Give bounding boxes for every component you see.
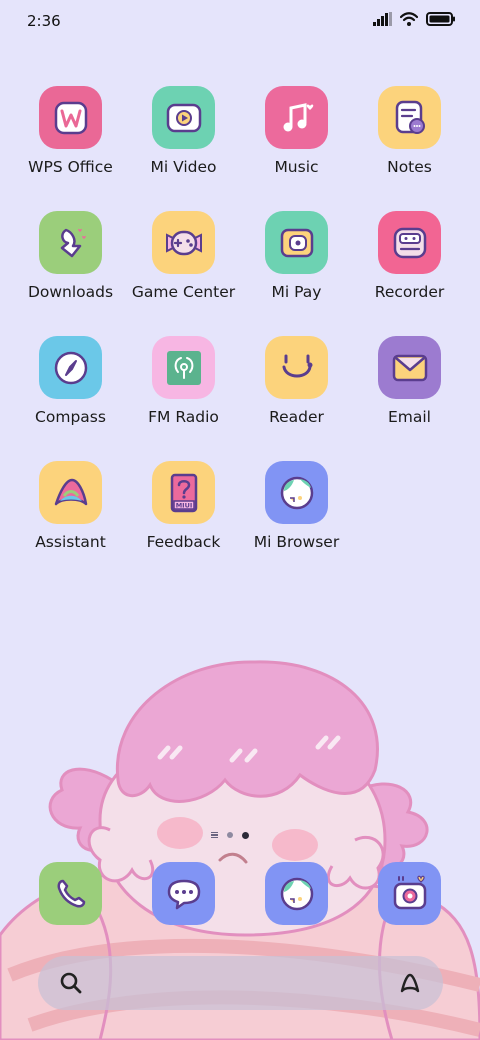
app-mi-video[interactable]: Mi Video xyxy=(127,86,240,211)
app-game-center[interactable]: Game Center xyxy=(127,211,240,336)
status-bar: 2:36 xyxy=(0,0,480,44)
search-icon[interactable] xyxy=(58,970,84,996)
app-label: Reader xyxy=(269,408,324,426)
page-indicator[interactable] xyxy=(200,829,260,841)
app-reader[interactable]: Reader xyxy=(240,336,353,461)
feedback-icon[interactable]: MIUI xyxy=(152,461,215,524)
app-label: Game Center xyxy=(131,283,236,301)
app-label: Mi Video xyxy=(150,158,217,176)
envelope-icon[interactable] xyxy=(378,336,441,399)
app-label: Downloads xyxy=(27,283,114,301)
wifi-icon xyxy=(399,11,419,30)
app-recorder[interactable]: Recorder xyxy=(353,211,466,336)
compass-icon[interactable] xyxy=(39,336,102,399)
chat-bubble-icon[interactable] xyxy=(152,862,215,925)
reader-icon[interactable] xyxy=(265,336,328,399)
app-label: WPS Office xyxy=(28,158,113,176)
page-dot-active[interactable] xyxy=(242,831,249,839)
music-note-icon[interactable] xyxy=(265,86,328,149)
app-grid: WPS Office Mi Video Music Notes Download… xyxy=(14,86,466,586)
app-email[interactable]: Email xyxy=(353,336,466,461)
menu-lines-icon xyxy=(211,831,218,839)
phone-icon[interactable] xyxy=(39,862,102,925)
app-assistant[interactable]: Assistant xyxy=(14,461,127,586)
page-dot[interactable] xyxy=(227,832,233,838)
app-label: Email xyxy=(387,408,431,426)
assistant-icon[interactable] xyxy=(397,970,423,996)
app-label: Music xyxy=(274,158,319,176)
notes-icon[interactable] xyxy=(378,86,441,149)
app-feedback[interactable]: MIUI Feedback xyxy=(127,461,240,586)
status-time: 2:36 xyxy=(27,12,61,30)
battery-icon xyxy=(426,11,456,30)
dock xyxy=(14,862,466,925)
app-label: FM Radio xyxy=(148,408,219,426)
feedback-badge-text: MIUI xyxy=(175,501,192,509)
app-label: Feedback xyxy=(146,533,221,551)
download-icon[interactable] xyxy=(39,211,102,274)
wallet-icon[interactable] xyxy=(265,211,328,274)
globe-icon[interactable] xyxy=(265,461,328,524)
search-bar[interactable] xyxy=(38,956,443,1010)
wps-office-icon[interactable] xyxy=(39,86,102,149)
gamepad-icon[interactable] xyxy=(152,211,215,274)
app-label: Mi Browser xyxy=(253,533,340,551)
app-wps-office[interactable]: WPS Office xyxy=(14,86,127,211)
app-compass[interactable]: Compass xyxy=(14,336,127,461)
app-downloads[interactable]: Downloads xyxy=(14,211,127,336)
app-music[interactable]: Music xyxy=(240,86,353,211)
camera-icon[interactable] xyxy=(378,862,441,925)
globe-icon[interactable] xyxy=(265,862,328,925)
app-label: Compass xyxy=(35,408,106,426)
app-label: Mi Pay xyxy=(271,283,322,301)
app-fm-radio[interactable]: FM Radio xyxy=(127,336,240,461)
video-play-icon[interactable] xyxy=(152,86,215,149)
recorder-icon[interactable] xyxy=(378,211,441,274)
app-label: Recorder xyxy=(374,283,445,301)
signal-icon xyxy=(373,11,392,30)
status-icons xyxy=(373,11,456,30)
radio-icon[interactable] xyxy=(152,336,215,399)
app-label: Assistant xyxy=(35,533,106,551)
app-label: Notes xyxy=(387,158,432,176)
assistant-icon[interactable] xyxy=(39,461,102,524)
app-mi-pay[interactable]: Mi Pay xyxy=(240,211,353,336)
app-mi-browser[interactable]: Mi Browser xyxy=(240,461,353,586)
app-notes[interactable]: Notes xyxy=(353,86,466,211)
